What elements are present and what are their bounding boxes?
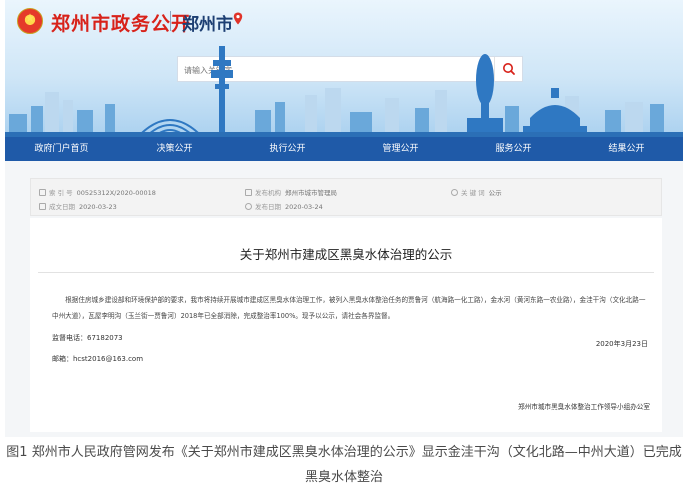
nav-management[interactable]: 管理公开 xyxy=(344,137,457,161)
supervision-phone: 监督电话：67182073 xyxy=(52,334,123,342)
document-card: 关于郑州市建成区黑臭水体治理的公示 根据住房城乡建设部和环境保护部的要求，我市将… xyxy=(30,218,662,432)
building-icon xyxy=(245,189,252,196)
document-title: 关于郑州市建成区黑臭水体治理的公示 xyxy=(239,247,453,262)
contact-email[interactable]: 邮箱：hcst2016@163.com xyxy=(52,354,143,364)
figure-caption: 图1 郑州市人民政府管网发布《关于郑州市建成区黑臭水体治理的公示》显示金洼干沟（… xyxy=(6,445,682,485)
meta-keyword: 关 键 词公示 xyxy=(451,187,502,197)
document-date: 2020年3月23日 xyxy=(595,340,648,348)
header-banner: 郑州市政务公开 郑州市 xyxy=(5,0,683,140)
meta-publisher: 发布机构 郑州市城市管理局 xyxy=(245,187,337,197)
nav-home[interactable]: 政府门户首页 xyxy=(5,137,118,161)
nav-result[interactable]: 结果公开 xyxy=(570,137,683,161)
location-pin-icon[interactable] xyxy=(233,12,243,25)
meta-created-date: 成文日期 2020-03-23 xyxy=(39,201,117,211)
key-icon xyxy=(451,189,458,196)
nav-execution[interactable]: 执行公开 xyxy=(231,137,344,161)
document-body: 根据住房城乡建设部和环境保护部的要求，我市将持续开展城市建成区黑臭水体治理工作，… xyxy=(52,296,646,320)
nav-service[interactable]: 服务公开 xyxy=(457,137,570,161)
meta-index: 索 引 号 00525312X/2020-00018 xyxy=(39,187,156,197)
tag-icon xyxy=(39,189,46,196)
document-metadata: 索 引 号 00525312X/2020-00018 发布机构 郑州市城市管理局 关… xyxy=(30,178,662,216)
title-divider xyxy=(170,11,171,31)
title-divider-line xyxy=(38,272,654,273)
city-name[interactable]: 郑州市 xyxy=(182,10,233,35)
main-nav: 政府门户首页 决策公开 执行公开 管理公开 服务公开 结果公开 xyxy=(5,137,683,161)
nav-decision[interactable]: 决策公开 xyxy=(118,137,231,161)
national-emblem-icon xyxy=(17,8,43,34)
calendar-icon xyxy=(39,203,46,210)
clock-icon xyxy=(245,203,252,210)
meta-published-date: 发布日期 2020-03-24 xyxy=(245,201,323,211)
city-skyline-illustration xyxy=(5,46,683,140)
document-signature: 郑州市城市黑臭水体整治工作领导小组办公室 xyxy=(518,403,650,411)
